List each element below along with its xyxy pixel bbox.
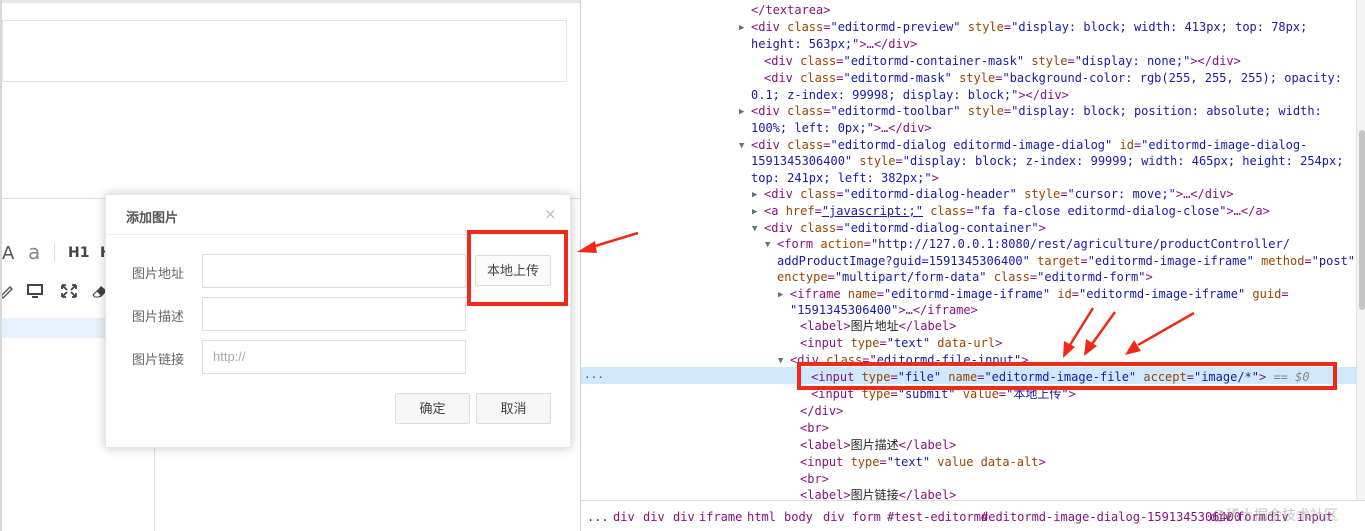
dom-line[interactable]: <input type="text" data-url> [800,335,1002,352]
dom-line[interactable]: 0.1; z-index: 99998; display: block;"></… [751,87,1069,104]
breadcrumb-item[interactable]: html [747,510,776,524]
dialog-header[interactable]: 添加图片 × [106,195,570,235]
breadcrumb-item[interactable]: div [823,510,845,524]
confirm-button[interactable]: 确定 [395,393,470,424]
upload-highlight-box [467,230,568,306]
dom-line[interactable]: <br> [800,420,829,437]
dom-line[interactable]: ▶ <div class="editormd-preview" style="di… [739,19,1307,36]
lowercase-button[interactable]: a [28,240,40,264]
dom-line[interactable]: <div class="editormd-container-mask" sty… [764,53,1241,70]
pencil-icon[interactable] [0,283,16,299]
devtools-elements-panel: ... </textarea> ▶ <div class="editormd-pre… [580,0,1365,531]
page-top-border [2,0,580,3]
dom-line[interactable]: 1591345306400" style="display: block; z-… [751,153,1343,170]
watermark: @稀土掘金技术社区 [1212,508,1338,524]
breadcrumb-item[interactable]: #test-editormd [887,510,988,524]
expanded-triangle-icon[interactable]: ▼ [778,353,783,370]
cancel-button[interactable]: 取消 [476,393,551,424]
dialog-title: 添加图片 [126,210,179,225]
collapsed-triangle-icon[interactable]: ▶ [778,287,783,304]
breadcrumb-item[interactable]: div [673,510,695,524]
dom-line[interactable]: <label>图片描述</label> [800,437,956,454]
dom-line[interactable]: addProductImage?guid=1591345306400" targ… [777,253,1355,270]
expanded-triangle-icon[interactable]: ▼ [765,237,770,254]
fullscreen-icon[interactable] [60,283,78,299]
dom-line[interactable]: 100%; left: 0px;">…</div> [751,120,932,137]
image-url-input[interactable] [202,254,466,288]
uppercase-button[interactable]: A [2,243,14,264]
dom-tree: </textarea> ▶ <div class="editormd-preview… [581,0,1356,502]
dom-line[interactable]: ▼ <div class="editormd-dialog-container"> [752,220,1046,237]
dom-line[interactable]: <div class="editormd-mask" style="backgr… [764,70,1342,87]
breadcrumb-item[interactable]: div [643,510,665,524]
close-icon[interactable]: × [544,205,557,223]
h1-button[interactable]: H1 [68,245,89,261]
dom-line[interactable]: ▼ <div class="editormd-dialog editormd-im… [739,137,1307,154]
file-input-highlight-box [797,362,1337,390]
scroll-thumb[interactable] [1359,130,1365,310]
breadcrumb-item[interactable]: form [852,510,881,524]
breadcrumb-item[interactable]: body [784,510,813,524]
image-desc-label: 图片描述 [132,309,185,324]
collapsed-triangle-icon[interactable]: ▶ [752,204,757,221]
dom-line[interactable]: ▶ <a href="javascript:;" class="fa fa-clo… [752,203,1270,220]
collapsed-triangle-icon[interactable]: ▶ [739,104,744,121]
monitor-icon[interactable] [26,283,44,299]
toolbar-divider [54,244,55,262]
top-input-box[interactable] [2,20,567,82]
dom-line[interactable]: ▶ <div class="editormd-toolbar" style="di… [739,103,1322,120]
dom-scrollbar[interactable] [1356,0,1365,500]
collapsed-triangle-icon[interactable]: ▶ [739,20,744,37]
expanded-triangle-icon[interactable]: ▼ [752,221,757,238]
dom-line[interactable]: ▼ <form action="http://127.0.0.1:8080/res… [765,236,1290,253]
image-link-label: 图片链接 [132,352,185,367]
dom-line[interactable]: </textarea> [751,2,830,19]
dom-line[interactable]: </div> [800,403,843,420]
dom-line[interactable]: ▶ <iframe name="editormd-image-iframe" id… [778,286,1289,303]
dom-line[interactable]: enctype="multipart/form-data" class="edi… [777,269,1153,286]
dom-line[interactable]: top: 241px; left: 382px;"> [751,170,939,187]
collapsed-triangle-icon[interactable]: ▶ [752,187,757,204]
breadcrumb-item[interactable]: #editormd-image-dialog-1591345306400 [981,510,1241,524]
dom-line[interactable]: <br> [800,471,829,488]
breadcrumb-item[interactable]: ... [587,510,609,524]
dom-line[interactable]: height: 563px;">…</div> [751,36,917,53]
image-desc-input[interactable] [202,297,466,331]
breadcrumb-item[interactable]: div [613,510,635,524]
dom-line[interactable]: ▶ <div class="editormd-dialog-header" sty… [752,186,1234,203]
dom-line[interactable]: <input type="text" value data-alt> [800,454,1046,471]
dom-line[interactable]: "1591345306400">…</iframe> [790,302,978,319]
expanded-triangle-icon[interactable]: ▼ [739,138,744,155]
image-link-input[interactable]: http:// [202,340,466,374]
breadcrumb-item[interactable]: iframe [699,510,742,524]
image-url-label: 图片地址 [132,266,185,281]
dom-line[interactable]: <label>图片地址</label> [800,318,956,335]
